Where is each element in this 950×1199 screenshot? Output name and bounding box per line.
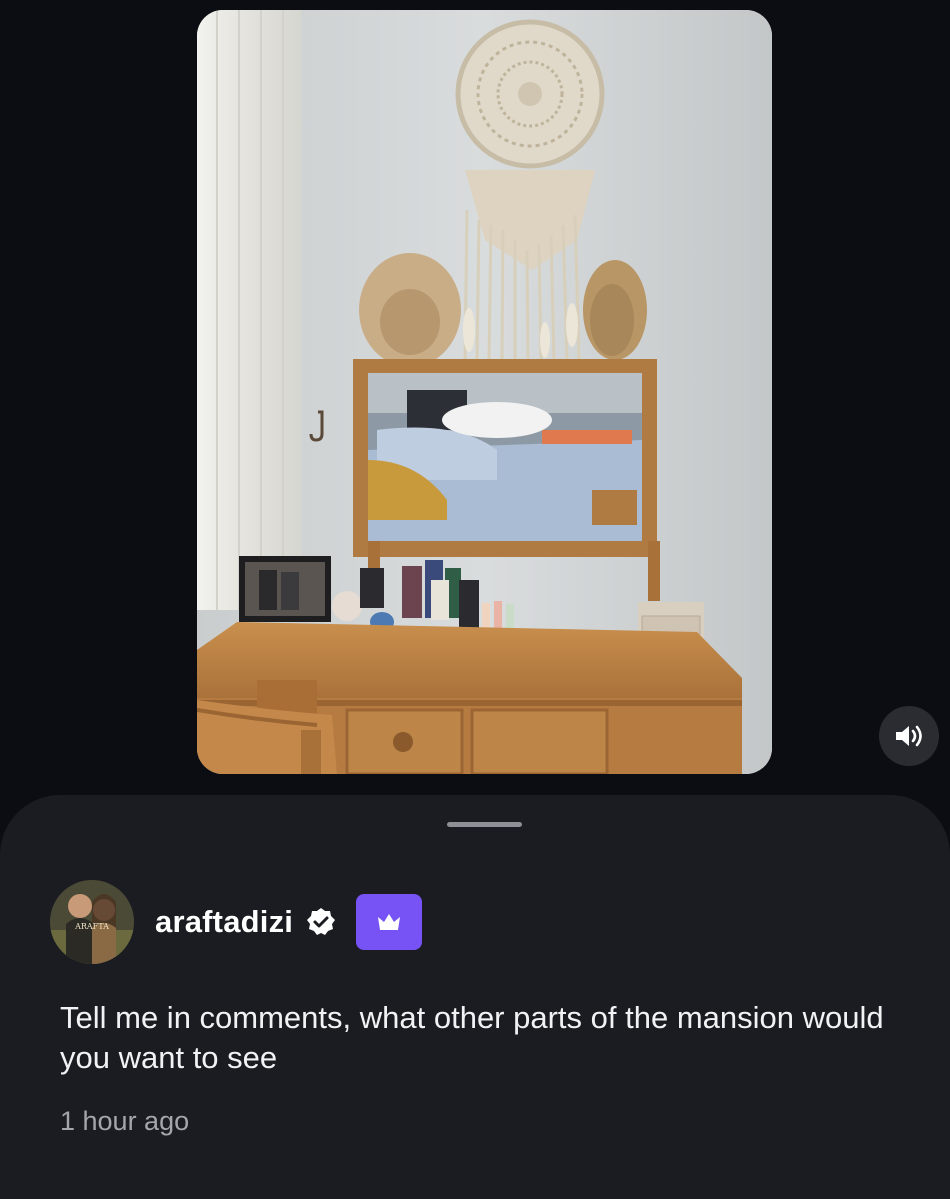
sound-toggle-button[interactable] (879, 706, 939, 766)
avatar-image: ARAFTA (50, 880, 134, 964)
post-video[interactable] (197, 10, 772, 774)
username[interactable]: araftadizi (155, 904, 293, 940)
speaker-on-icon (896, 725, 922, 747)
post-caption: Tell me in comments, what other parts of… (60, 1000, 884, 1075)
post-screen: ARAFTA araftadizi Tell me in comments, w… (0, 0, 950, 1199)
verified-badge-icon (307, 908, 336, 935)
avatar-logo-text: ARAFTA (74, 922, 109, 931)
post-timestamp: 1 hour ago (60, 1106, 190, 1136)
post-details-sheet: ARAFTA araftadizi Tell me in comments, w… (0, 795, 950, 1199)
crown-icon (378, 914, 401, 930)
creator-badge[interactable] (356, 894, 423, 950)
dressing-table-scene (197, 10, 772, 774)
avatar[interactable]: ARAFTA (50, 880, 134, 964)
author-row: ARAFTA araftadizi (50, 880, 423, 964)
drag-handle[interactable] (447, 822, 522, 827)
